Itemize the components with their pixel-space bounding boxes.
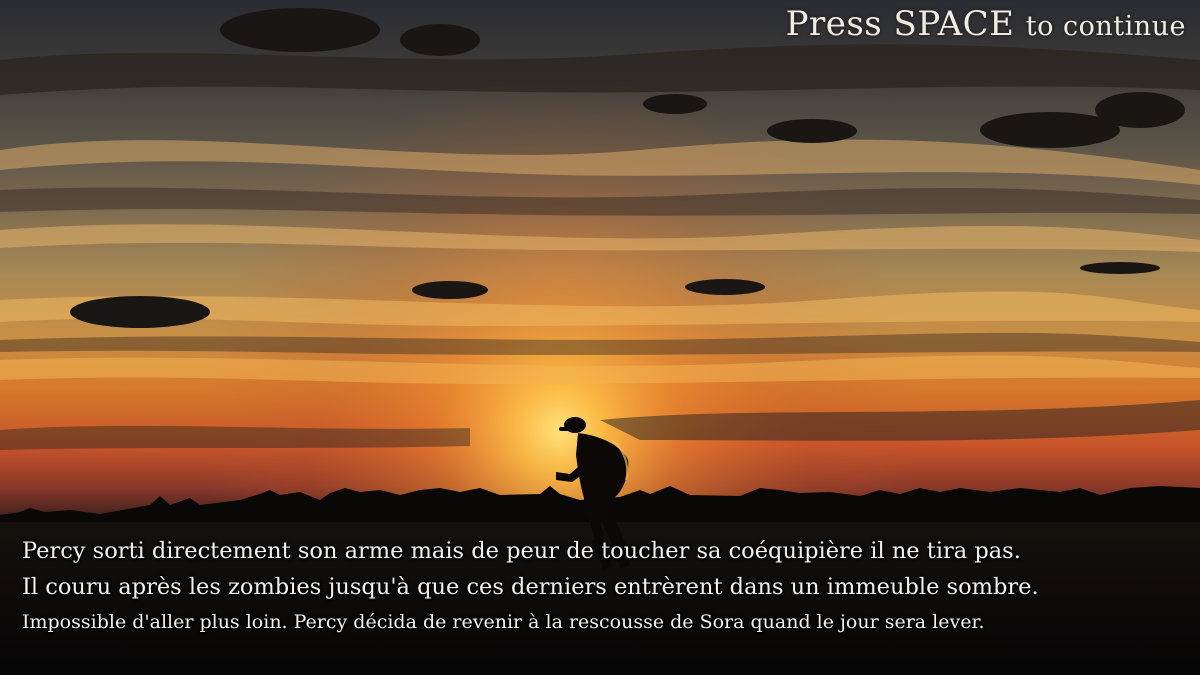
game-scene[interactable]: Press SPACE to continue Percy sorti dire… — [0, 0, 1200, 675]
dialogue-line-3: Impossible d'aller plus loin. Percy déci… — [22, 611, 985, 633]
prompt-press-space: Press SPACE — [785, 4, 1015, 44]
prompt-to-continue: to continue — [1025, 11, 1186, 42]
dialogue-line-2: Il couru après les zombies jusqu'à que c… — [22, 574, 1039, 600]
dialogue-box: Percy sorti directement son arme mais de… — [22, 533, 1192, 639]
continue-prompt: Press SPACE to continue — [786, 4, 1186, 44]
dialogue-line-1: Percy sorti directement son arme mais de… — [22, 538, 1021, 564]
